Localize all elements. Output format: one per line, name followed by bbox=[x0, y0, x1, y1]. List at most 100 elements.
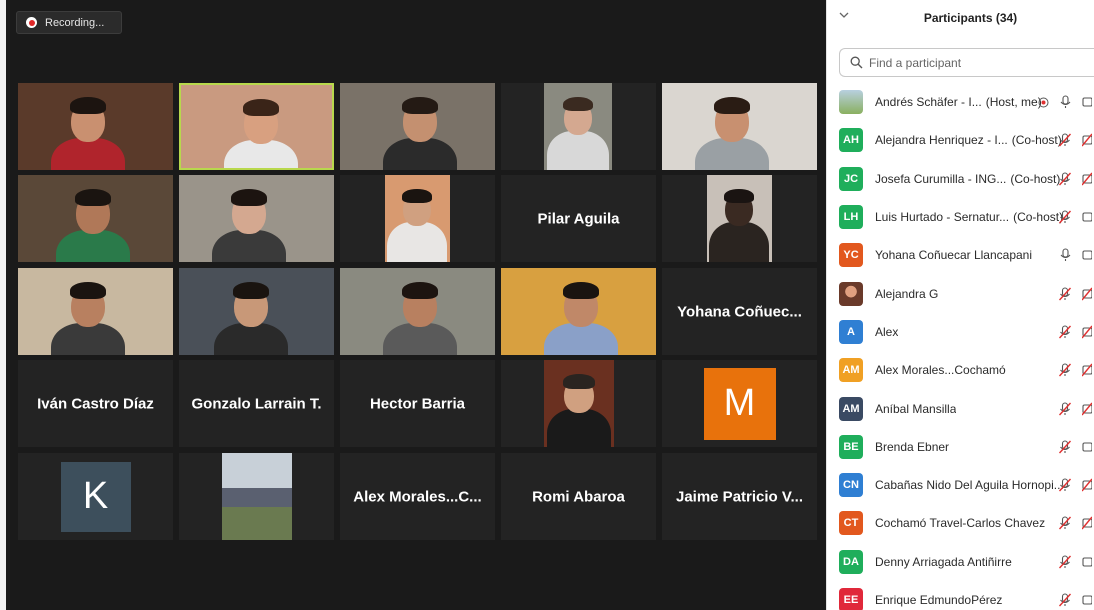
participant-name-text: Alejandra G bbox=[875, 286, 939, 301]
microphone-muted-icon[interactable] bbox=[1057, 324, 1073, 340]
participant-row[interactable]: JC Josefa Curumilla - ING... (Co-host) bbox=[827, 160, 1094, 198]
participant-row[interactable]: CN Cabañas Nido Del Aguila Hornopi... bbox=[827, 466, 1094, 504]
video-camera-icon[interactable] bbox=[1079, 554, 1094, 570]
video-tile[interactable] bbox=[179, 268, 334, 355]
participant-row[interactable]: YC Yohana Coñuecar Llancapani bbox=[827, 236, 1094, 274]
microphone-muted-icon[interactable] bbox=[1057, 515, 1073, 531]
participant-role: (Co-host) bbox=[1010, 171, 1061, 186]
participant-row[interactable]: CT Cochamó Travel-Carlos Chavez bbox=[827, 504, 1094, 542]
video-tile[interactable] bbox=[662, 175, 817, 262]
video-tile[interactable] bbox=[18, 175, 173, 262]
participant-tile[interactable]: Pilar Aguila bbox=[501, 175, 656, 262]
microphone-muted-icon[interactable] bbox=[1057, 401, 1073, 417]
video-off-icon[interactable] bbox=[1079, 515, 1094, 531]
search-input[interactable] bbox=[869, 55, 1089, 70]
video-feed bbox=[340, 83, 495, 170]
participant-tile-name: Romi Abaroa bbox=[532, 488, 625, 505]
participant-row[interactable]: AM Aníbal Mansilla bbox=[827, 389, 1094, 427]
video-camera-icon[interactable] bbox=[1079, 247, 1094, 263]
participant-name-text: Brenda Ebner bbox=[875, 439, 950, 454]
video-tile[interactable] bbox=[501, 83, 656, 170]
participant-row[interactable]: EE Enrique EdmundoPérez bbox=[827, 581, 1094, 610]
video-camera-icon[interactable] bbox=[1079, 209, 1094, 225]
participant-row[interactable]: DA Denny Arriagada Antiñirre bbox=[827, 543, 1094, 581]
participant-tile[interactable]: M bbox=[662, 360, 817, 447]
participant-status-icons bbox=[1057, 132, 1094, 148]
participant-name-text: Josefa Curumilla - ING... bbox=[875, 171, 1007, 186]
participant-row[interactable]: A Alex bbox=[827, 313, 1094, 351]
participant-row[interactable]: AM Alex Morales...Cochamó bbox=[827, 351, 1094, 389]
video-tile[interactable] bbox=[662, 83, 817, 170]
video-feed bbox=[544, 83, 612, 170]
participant-list: Andrés Schäfer - I... (Host, me) AH Alejand… bbox=[827, 83, 1094, 610]
microphone-muted-icon[interactable] bbox=[1057, 554, 1073, 570]
participant-status-icons bbox=[1035, 94, 1094, 110]
microphone-icon[interactable] bbox=[1057, 247, 1073, 263]
participant-tile-name: Gonzalo Larrain T. bbox=[191, 395, 322, 412]
participant-status-icons bbox=[1057, 477, 1094, 493]
participant-name: Alex Morales...Cochamó bbox=[875, 363, 1006, 377]
recording-indicator[interactable]: Recording... bbox=[16, 11, 122, 34]
video-off-icon[interactable] bbox=[1079, 286, 1094, 302]
participant-name: Andrés Schäfer - I... (Host, me) bbox=[875, 95, 1042, 109]
participant-name-text: Denny Arriagada Antiñirre bbox=[875, 554, 1012, 569]
participant-row[interactable]: Andrés Schäfer - I... (Host, me) bbox=[827, 83, 1094, 121]
microphone-muted-icon[interactable] bbox=[1057, 362, 1073, 378]
video-off-icon[interactable] bbox=[1079, 324, 1094, 340]
video-camera-icon[interactable] bbox=[1079, 439, 1094, 455]
video-tile[interactable] bbox=[179, 453, 334, 540]
microphone-muted-icon[interactable] bbox=[1057, 209, 1073, 225]
video-tile[interactable] bbox=[179, 175, 334, 262]
participant-status-icons bbox=[1057, 324, 1094, 340]
participant-name-text: Cabañas Nido Del Aguila Hornopi... bbox=[875, 478, 1064, 493]
participant-tile[interactable]: Iván Castro Díaz bbox=[18, 360, 173, 447]
microphone-muted-icon[interactable] bbox=[1057, 477, 1073, 493]
participant-search[interactable] bbox=[839, 48, 1094, 77]
microphone-muted-icon[interactable] bbox=[1057, 592, 1073, 608]
participant-tile-name: Alex Morales...C... bbox=[353, 488, 482, 505]
participant-tile[interactable]: Yohana Coñuec... bbox=[662, 268, 817, 355]
video-feed bbox=[179, 268, 334, 355]
video-tile[interactable] bbox=[340, 175, 495, 262]
video-tile[interactable] bbox=[501, 360, 656, 447]
participant-tile[interactable]: Alex Morales...C... bbox=[340, 453, 495, 540]
participant-status-icons bbox=[1057, 286, 1094, 302]
participant-name-text: Alejandra Henriquez - I... bbox=[875, 133, 1008, 148]
microphone-muted-icon[interactable] bbox=[1057, 171, 1073, 187]
video-tile[interactable] bbox=[179, 83, 334, 170]
microphone-muted-icon[interactable] bbox=[1057, 286, 1073, 302]
microphone-icon[interactable] bbox=[1057, 94, 1073, 110]
participant-tile-name: Iván Castro Díaz bbox=[37, 395, 154, 412]
video-off-icon[interactable] bbox=[1079, 362, 1094, 378]
microphone-muted-icon[interactable] bbox=[1057, 439, 1073, 455]
participant-row[interactable]: AH Alejandra Henriquez - I... (Co-host) bbox=[827, 121, 1094, 159]
participant-tile[interactable]: Gonzalo Larrain T. bbox=[179, 360, 334, 447]
video-tile[interactable] bbox=[18, 83, 173, 170]
microphone-muted-icon[interactable] bbox=[1057, 132, 1073, 148]
video-camera-icon[interactable] bbox=[1079, 592, 1094, 608]
participant-name: Cabañas Nido Del Aguila Hornopi... bbox=[875, 478, 1064, 492]
video-tile[interactable] bbox=[340, 268, 495, 355]
participant-name: Alejandra G bbox=[875, 287, 938, 301]
participant-row[interactable]: LH Luis Hurtado - Sernatur... (Co-host) bbox=[827, 198, 1094, 236]
participant-row[interactable]: Alejandra G bbox=[827, 274, 1094, 312]
video-tile[interactable] bbox=[340, 83, 495, 170]
video-tile[interactable] bbox=[18, 268, 173, 355]
avatar bbox=[839, 281, 863, 306]
participant-tile[interactable]: Romi Abaroa bbox=[501, 453, 656, 540]
video-feed bbox=[385, 175, 450, 262]
avatar: YC bbox=[839, 243, 863, 268]
participant-tile[interactable]: Hector Barria bbox=[340, 360, 495, 447]
video-feed bbox=[18, 268, 173, 355]
participant-tile[interactable]: K bbox=[18, 453, 173, 540]
video-tile[interactable] bbox=[501, 268, 656, 355]
video-camera-icon[interactable] bbox=[1079, 94, 1094, 110]
participant-tile[interactable]: Jaime Patricio V... bbox=[662, 453, 817, 540]
video-off-icon[interactable] bbox=[1079, 132, 1094, 148]
video-off-icon[interactable] bbox=[1079, 477, 1094, 493]
participant-name-text: Yohana Coñuecar Llancapani bbox=[875, 248, 1033, 263]
video-off-icon[interactable] bbox=[1079, 401, 1094, 417]
zoom-meeting-window: Recording... Pilar Aguila Yohana Coñuec..… bbox=[0, 0, 1094, 610]
video-off-icon[interactable] bbox=[1079, 171, 1094, 187]
participant-row[interactable]: BE Brenda Ebner bbox=[827, 428, 1094, 466]
